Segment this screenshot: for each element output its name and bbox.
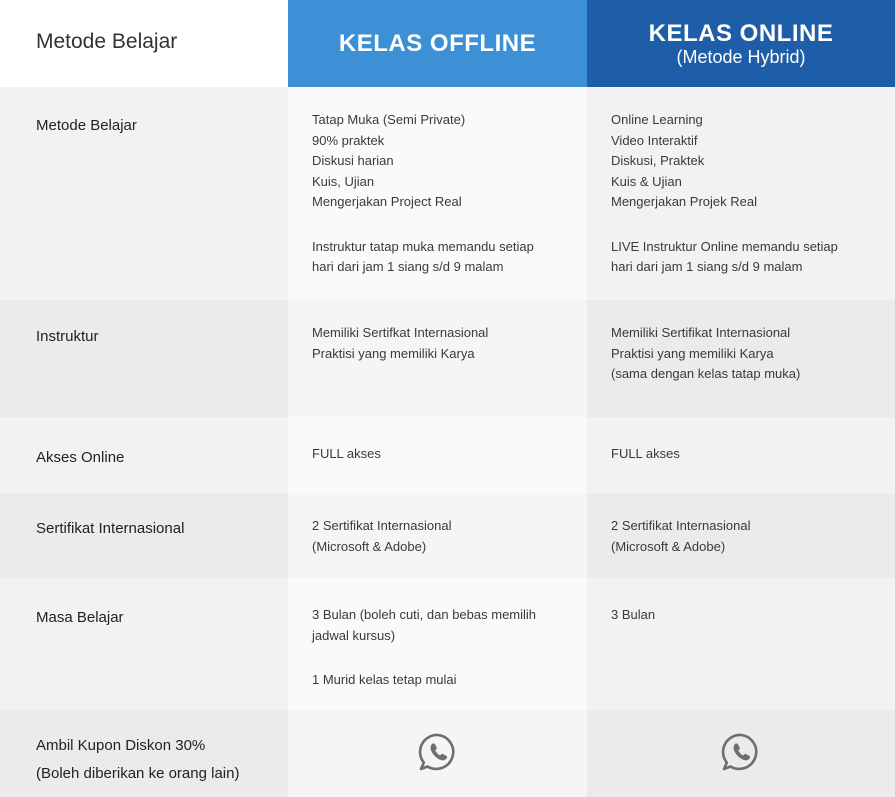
text-line: Kuis & Ujian xyxy=(611,173,682,189)
online-cell: Memiliki Sertifikat Internasional Prakti… xyxy=(587,300,895,417)
text-line: (Microsoft & Adobe) xyxy=(611,538,726,554)
online-text: 3 Bulan xyxy=(611,605,885,626)
text-line: Diskusi, Praktek xyxy=(611,153,705,168)
header-online: KELAS ONLINE (Metode Hybrid) xyxy=(587,0,895,87)
online-cell: 3 Bulan xyxy=(587,578,895,710)
text-line: Memiliki Sertifkat Internasional xyxy=(312,325,489,340)
text-line: 2 Sertifikat Internasional xyxy=(611,518,751,533)
text-line: Kuis, Ujian xyxy=(312,173,375,189)
row-label-cell: Instruktur xyxy=(0,300,288,417)
online-text: 2 Sertifikat Internasional (Microsoft & … xyxy=(611,516,885,557)
text-line: Praktisi yang memiliki Karya xyxy=(611,345,774,361)
whatsapp-icon[interactable] xyxy=(721,732,761,772)
whatsapp-icon[interactable] xyxy=(418,732,458,772)
text-line: 1 Murid kelas tetap mulai xyxy=(312,672,457,687)
row-label: Metode Belajar xyxy=(36,117,137,134)
row-label-cell: Sertifikat Internasional xyxy=(0,493,288,578)
row-label-cell: Akses Online xyxy=(0,417,288,493)
row-label: Instruktur xyxy=(36,328,99,345)
online-subtitle: (Metode Hybrid) xyxy=(676,46,806,67)
row-label: Ambil Kupon Diskon 30% xyxy=(36,737,206,754)
text-line: jadwal kursus) xyxy=(312,627,396,643)
text-line: Mengerjakan Projek Real xyxy=(611,194,757,209)
online-title: KELAS ONLINE xyxy=(648,19,834,47)
text-line: hari dari jam 1 siang s/d 9 malam xyxy=(312,259,504,274)
row-metode-belajar: Metode Belajar Tatap Muka (Semi Private)… xyxy=(0,87,895,300)
offline-text: 2 Sertifikat Internasional (Microsoft & … xyxy=(312,516,577,557)
text-line: Instruktur tatap muka memandu setiap xyxy=(312,238,534,254)
text-line: (sama dengan kelas tatap muka) xyxy=(611,366,801,381)
text-line: Memiliki Sertifikat Internasional xyxy=(611,325,791,340)
offline-cell: 3 Bulan (boleh cuti, dan bebas memilih j… xyxy=(288,578,587,710)
online-text: Online Learning Video Interaktif Diskusi… xyxy=(611,110,885,278)
text-line: Diskusi harian xyxy=(312,153,394,168)
row-sublabel: (Boleh diberikan ke orang lain) xyxy=(36,765,240,782)
online-cell: Online Learning Video Interaktif Diskusi… xyxy=(587,87,895,300)
header-label: Metode Belajar xyxy=(36,30,178,53)
text-line: 3 Bulan (boleh cuti, dan bebas memilih xyxy=(312,607,537,622)
online-cell: FULL akses xyxy=(587,417,895,493)
offline-text: FULL akses xyxy=(312,444,577,465)
row-label: Masa Belajar xyxy=(36,609,124,626)
text-line: hari dari jam 1 siang s/d 9 malam xyxy=(611,259,803,274)
offline-text: Tatap Muka (Semi Private) 90% praktek Di… xyxy=(312,110,577,278)
row-label-cell: Masa Belajar xyxy=(0,578,288,710)
row-masa-belajar: Masa Belajar 3 Bulan (boleh cuti, dan be… xyxy=(0,578,895,710)
row-sertifikat: Sertifikat Internasional 2 Sertifikat In… xyxy=(0,493,895,578)
header-offline: KELAS OFFLINE xyxy=(288,0,587,87)
online-cell: 2 Sertifikat Internasional (Microsoft & … xyxy=(587,493,895,578)
offline-text: 3 Bulan (boleh cuti, dan bebas memilih j… xyxy=(312,605,577,691)
row-instruktur: Instruktur Memiliki Sertifkat Internasio… xyxy=(0,300,895,417)
text-line: 2 Sertifikat Internasional xyxy=(312,518,452,533)
row-kupon: Ambil Kupon Diskon 30% (Boleh diberikan … xyxy=(0,710,895,797)
header-label-cell: Metode Belajar xyxy=(0,0,288,87)
text-line: Praktisi yang memiliki Karya xyxy=(312,345,475,361)
offline-cell: Memiliki Sertifkat Internasional Praktis… xyxy=(288,300,587,417)
text-line: Online Learning xyxy=(611,112,703,127)
text-line: 90% praktek xyxy=(312,132,385,148)
offline-cell xyxy=(288,710,587,797)
offline-cell: 2 Sertifikat Internasional (Microsoft & … xyxy=(288,493,587,578)
text-line: Mengerjakan Project Real xyxy=(312,194,462,209)
text-line: LIVE Instruktur Online memandu setiap xyxy=(611,238,838,254)
text-line: FULL akses xyxy=(312,446,381,461)
text-line: (Microsoft & Adobe) xyxy=(312,538,427,554)
online-text: Memiliki Sertifikat Internasional Prakti… xyxy=(611,323,885,385)
offline-cell: FULL akses xyxy=(288,417,587,493)
online-cell xyxy=(587,710,895,797)
row-label-cell: Metode Belajar xyxy=(0,87,288,300)
online-text: FULL akses xyxy=(611,444,885,465)
text-line: 3 Bulan xyxy=(611,607,656,622)
offline-title: KELAS OFFLINE xyxy=(338,29,537,57)
row-akses-online: Akses Online FULL akses FULL akses xyxy=(0,417,895,493)
row-label: Sertifikat Internasional xyxy=(36,520,185,537)
comparison-table: Metode Belajar KELAS OFFLINE KELAS ONLIN… xyxy=(0,0,895,797)
row-label-cell: Ambil Kupon Diskon 30% (Boleh diberikan … xyxy=(0,710,288,797)
offline-text: Memiliki Sertifkat Internasional Praktis… xyxy=(312,323,577,364)
text-line: Video Interaktif xyxy=(611,132,698,148)
offline-cell: Tatap Muka (Semi Private) 90% praktek Di… xyxy=(288,87,587,300)
row-label: Akses Online xyxy=(36,449,125,466)
text-line: Tatap Muka (Semi Private) xyxy=(312,112,466,127)
text-line: FULL akses xyxy=(611,446,680,461)
